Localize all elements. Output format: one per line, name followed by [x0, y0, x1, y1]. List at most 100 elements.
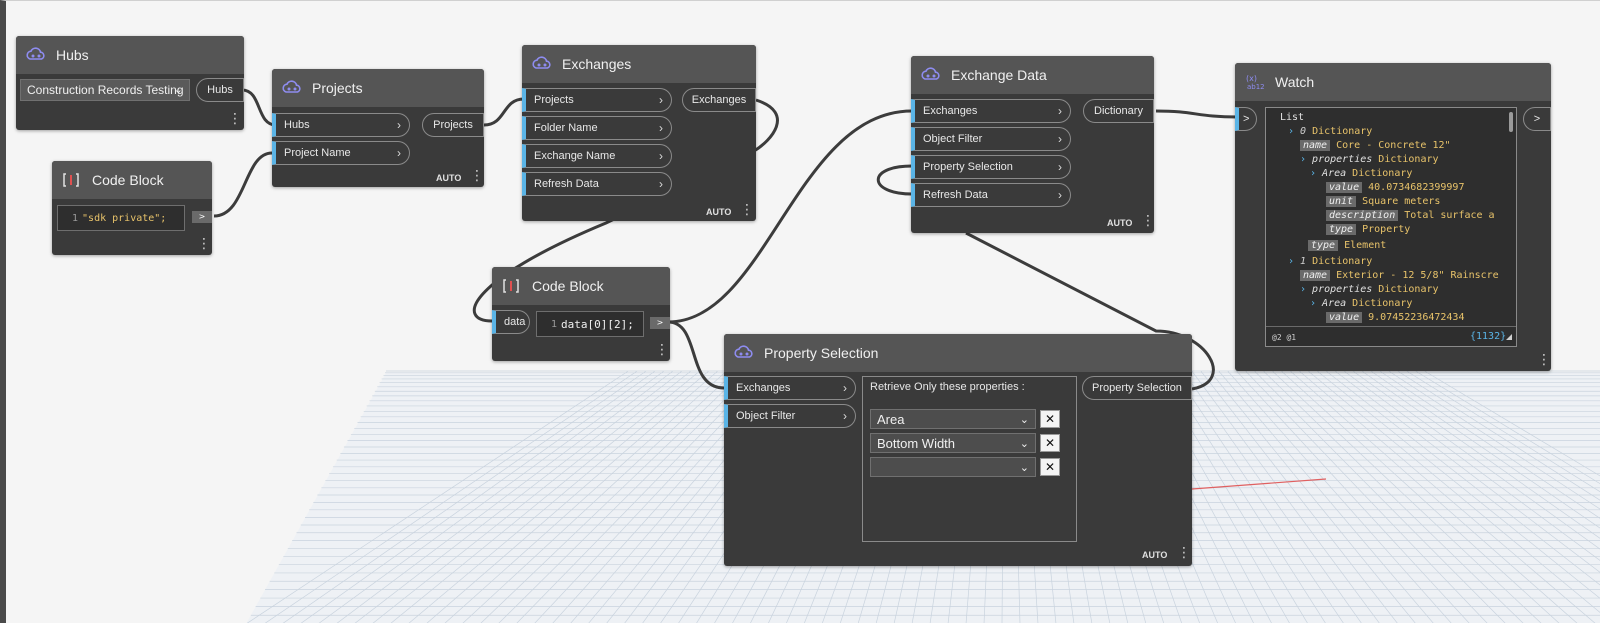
code-block-2-output-port[interactable]: >: [650, 317, 670, 329]
chevron-right-icon[interactable]: ›: [1300, 284, 1312, 295]
hubs-output-port[interactable]: Hubs: [196, 78, 244, 102]
chevron-right-icon[interactable]: ›: [1288, 126, 1300, 137]
property-dropdown-empty[interactable]: ⌄: [870, 457, 1036, 477]
exchanges-input-exchange-name[interactable]: Exchange Name ›: [522, 144, 672, 168]
watch-footer-levels: @2 @1: [1272, 333, 1297, 342]
key-label: value: [1326, 182, 1363, 193]
watch-output-tree[interactable]: List › 0 Dictionary name Core - Concrete…: [1265, 107, 1517, 347]
hubs-node[interactable]: Hubs Construction Records Testing ⌄ Hubs…: [16, 36, 244, 130]
remove-property-bottom-width-button[interactable]: ✕: [1040, 434, 1060, 452]
watch-line[interactable]: › properties Dictionary: [1300, 283, 1439, 297]
exchanges-menu-icon[interactable]: ⋮: [740, 203, 754, 217]
property-dropdown-area[interactable]: Area ⌄: [870, 409, 1036, 429]
watch-line[interactable]: › Area Dictionary: [1310, 167, 1412, 181]
watch-node[interactable]: (x) ab12 Watch > > List › 0 Dictionary na…: [1235, 63, 1551, 371]
watch-output-port[interactable]: >: [1523, 107, 1551, 131]
projects-output-port[interactable]: Projects: [422, 113, 484, 137]
code-editor-2[interactable]: 1 data[0][2];: [536, 311, 644, 337]
property-selection-node-title: Property Selection: [764, 345, 879, 361]
watch-line[interactable]: › properties Dictionary: [1300, 153, 1439, 167]
hubs-menu-icon[interactable]: ⋮: [228, 112, 242, 126]
exchange-data-node[interactable]: Exchange Data Exchanges › Object Filter › …: [911, 56, 1155, 233]
projects-node[interactable]: Projects Hubs › Project Name › Projects AU…: [272, 69, 484, 187]
projects-menu-icon[interactable]: ⋮: [470, 169, 484, 183]
property-selection-menu-icon[interactable]: ⋮: [1177, 546, 1191, 560]
chevron-right-icon: ›: [843, 381, 847, 395]
watch-footer-divider: [1266, 326, 1516, 327]
port-label: Projects: [534, 94, 574, 106]
key-label: properties: [1312, 154, 1373, 165]
remove-property-area-button[interactable]: ✕: [1040, 410, 1060, 428]
chevron-right-icon: ›: [397, 146, 401, 160]
chevron-down-icon: ⌄: [1019, 462, 1029, 474]
exchange-data-node-header[interactable]: Exchange Data: [911, 56, 1154, 94]
type-value: Dictionary: [1312, 256, 1373, 267]
chevron-right-icon: ›: [659, 149, 663, 163]
chevron-right-icon: ›: [1058, 188, 1062, 202]
svg-text:(x): (x): [1246, 74, 1257, 83]
exchange-data-input-property-selection[interactable]: Property Selection ›: [911, 155, 1071, 179]
exchanges-node-header[interactable]: Exchanges: [522, 45, 756, 83]
hub-dropdown-value: Construction Records Testing: [27, 83, 184, 97]
exchanges-input-refresh-data[interactable]: Refresh Data ›: [522, 172, 672, 196]
value-text: Total surface a: [1404, 210, 1495, 221]
property-selection-lacing-label[interactable]: AUTO: [1142, 550, 1167, 560]
exchange-data-lacing-label[interactable]: AUTO: [1107, 218, 1132, 228]
watch-scrollbar[interactable]: [1509, 112, 1513, 132]
property-selection-output-port[interactable]: Property Selection: [1082, 376, 1192, 400]
value-text: Square meters: [1362, 196, 1441, 207]
watch-line[interactable]: › 0 Dictionary: [1288, 125, 1372, 139]
chevron-right-icon[interactable]: ›: [1310, 168, 1322, 179]
chevron-right-icon[interactable]: ›: [1288, 256, 1300, 267]
watch-line[interactable]: › Area Dictionary: [1310, 297, 1412, 311]
exchanges-output-port[interactable]: Exchanges: [682, 88, 756, 112]
watch-icon: (x) ab12: [1245, 73, 1267, 91]
exchange-data-input-refresh-data[interactable]: Refresh Data ›: [911, 183, 1071, 207]
projects-node-header[interactable]: Projects: [272, 69, 484, 107]
hub-dropdown[interactable]: Construction Records Testing ⌄: [20, 79, 190, 101]
code-editor-1[interactable]: 1 "sdk private";: [57, 205, 185, 231]
chevron-down-icon: ⌄: [1019, 414, 1029, 426]
watch-menu-icon[interactable]: ⋮: [1537, 353, 1551, 367]
exchange-data-output-port[interactable]: Dictionary: [1083, 99, 1154, 123]
hubs-node-header[interactable]: Hubs: [16, 36, 244, 74]
property-selection-node[interactable]: Property Selection Exchanges › Object Fil…: [724, 334, 1192, 566]
property-selection-input-exchanges[interactable]: Exchanges ›: [724, 376, 856, 400]
dropdown-value: Bottom Width: [877, 435, 956, 451]
projects-input-project-name[interactable]: Project Name ›: [272, 141, 410, 165]
code-block-2-menu-icon[interactable]: ⋮: [655, 343, 669, 357]
key-label: name: [1300, 140, 1331, 151]
projects-input-hubs[interactable]: Hubs ›: [272, 113, 410, 137]
resize-handle-icon[interactable]: [1506, 334, 1512, 340]
property-selection-input-object-filter[interactable]: Object Filter ›: [724, 404, 856, 428]
code-block-2-input-data[interactable]: data: [492, 310, 530, 334]
code-block-2-header[interactable]: Code Block: [492, 267, 670, 305]
code-block-1-menu-icon[interactable]: ⋮: [197, 237, 211, 251]
watch-node-header[interactable]: (x) ab12 Watch: [1235, 63, 1551, 101]
code-block-node-2[interactable]: Code Block data 1 data[0][2]; > ⋮: [492, 267, 670, 361]
cloud-hub-icon: [532, 55, 554, 73]
exchanges-lacing-label[interactable]: AUTO: [706, 207, 731, 217]
watch-input-port[interactable]: >: [1235, 107, 1257, 131]
watch-footer-count: {1132}: [1470, 331, 1507, 342]
exchanges-node[interactable]: Exchanges Projects › Folder Name › Exchang…: [522, 45, 756, 221]
code-block-node-1[interactable]: Code Block 1 "sdk private"; > ⋮: [52, 161, 212, 255]
property-dropdown-bottom-width[interactable]: Bottom Width ⌄: [870, 433, 1036, 453]
exchanges-input-folder-name[interactable]: Folder Name ›: [522, 116, 672, 140]
exchange-data-input-object-filter[interactable]: Object Filter ›: [911, 127, 1071, 151]
exchange-data-input-exchanges[interactable]: Exchanges ›: [911, 99, 1071, 123]
property-selection-node-header[interactable]: Property Selection: [724, 334, 1192, 372]
code-block-1-output-port[interactable]: >: [192, 211, 212, 223]
projects-lacing-label[interactable]: AUTO: [436, 173, 461, 183]
code-block-1-header[interactable]: Code Block: [52, 161, 212, 199]
key-label: Area: [1322, 298, 1347, 309]
property-selection-output-label: Property Selection: [1092, 382, 1182, 394]
code-block-1-title: Code Block: [92, 172, 164, 188]
chevron-right-icon[interactable]: ›: [1310, 298, 1322, 309]
graph-canvas[interactable]: Hubs Construction Records Testing ⌄ Hubs…: [0, 0, 1600, 623]
exchange-data-menu-icon[interactable]: ⋮: [1141, 214, 1155, 228]
chevron-right-icon[interactable]: ›: [1300, 154, 1312, 165]
remove-property-empty-button[interactable]: ✕: [1040, 458, 1060, 476]
exchanges-input-projects[interactable]: Projects ›: [522, 88, 672, 112]
watch-line[interactable]: › 1 Dictionary: [1288, 255, 1372, 269]
